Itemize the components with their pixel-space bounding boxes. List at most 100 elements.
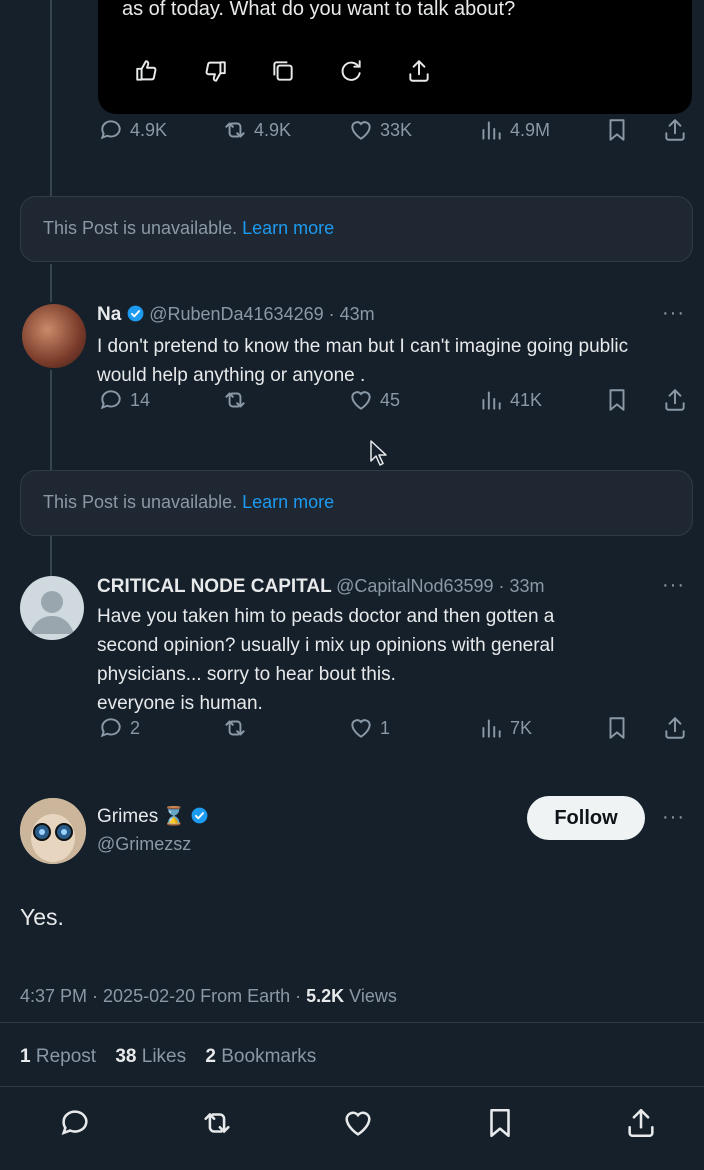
repost-icon	[225, 122, 245, 138]
like-button[interactable]: 45	[348, 387, 400, 413]
heart-icon	[351, 391, 371, 410]
bookmarks-stat-count: 2	[205, 1046, 216, 1067]
repost-stat-label: Repost	[30, 1046, 97, 1067]
share-icon	[665, 119, 685, 141]
bookmark-button[interactable]	[483, 1106, 517, 1145]
bookmark-button[interactable]	[604, 117, 630, 143]
learn-more-link[interactable]: Learn more	[242, 218, 334, 238]
bookmark-icon	[609, 717, 625, 739]
views-button[interactable]: 41K	[478, 387, 542, 413]
views-icon	[482, 121, 501, 140]
share-icon	[665, 717, 685, 739]
bookmark-icon	[609, 119, 625, 141]
reply-button[interactable]: 2	[98, 715, 140, 741]
tweet-text-line: second opinion? usually i mix up opinion…	[97, 635, 555, 656]
like-count: 33K	[380, 119, 413, 140]
thread-line	[50, 264, 52, 302]
repost-stat-count: 1	[20, 1046, 31, 1067]
reply-button[interactable]: 14	[98, 387, 150, 413]
hourglass-badge-icon: ⌛	[162, 806, 186, 826]
heart-icon	[351, 121, 371, 140]
reply-button[interactable]: 4.9K	[98, 117, 167, 143]
more-options-icon[interactable]: ···	[662, 574, 685, 597]
bookmarks-stat[interactable]: 2 Bookmarks	[205, 1046, 316, 1067]
views-button[interactable]: 4.9M	[478, 117, 550, 143]
share-button[interactable]	[662, 715, 688, 741]
reply-count: 2	[130, 717, 141, 738]
like-count: 45	[380, 389, 401, 410]
bookmark-button[interactable]	[604, 387, 630, 413]
divider	[0, 1086, 704, 1087]
copy-icon[interactable]	[268, 56, 298, 86]
author-handle[interactable]: @RubenDa41634269 · 43m	[149, 304, 374, 324]
thumbs-up-icon[interactable]	[132, 56, 162, 86]
mouse-cursor-icon	[370, 440, 387, 466]
default-avatar[interactable]	[20, 576, 84, 640]
share-button[interactable]	[624, 1106, 658, 1145]
tweet-text: I don't pretend to know the man but I ca…	[97, 336, 629, 386]
author-name[interactable]: CRITICAL NODE CAPITAL	[97, 576, 332, 597]
heart-icon	[345, 1111, 371, 1136]
share-icon[interactable]	[404, 56, 434, 86]
repost-count: 4.9K	[254, 119, 292, 140]
post-view-count: 5.2K	[306, 986, 345, 1006]
reply-icon	[100, 718, 121, 738]
repost-stat[interactable]: 1 Repost	[20, 1046, 96, 1067]
unavailable-text: This Post is unavailable.	[43, 218, 238, 238]
bookmark-button[interactable]	[604, 715, 630, 741]
ai-response-card: as of today. What do you want to talk ab…	[98, 0, 692, 114]
tweet-text-line: physicians... sorry to hear bout this.	[97, 664, 396, 685]
repost-button[interactable]	[222, 715, 254, 741]
repost-icon	[225, 720, 245, 736]
repost-icon	[203, 1113, 230, 1133]
reply-button[interactable]	[58, 1106, 92, 1145]
avatar[interactable]	[20, 798, 86, 864]
more-options-icon[interactable]: ···	[662, 806, 685, 829]
author-name[interactable]: Grimes	[97, 806, 158, 827]
repost-button[interactable]	[200, 1106, 234, 1145]
post-text: Yes.	[20, 904, 64, 930]
likes-stat-label: Likes	[136, 1046, 187, 1067]
views-icon	[482, 391, 501, 410]
reply-count: 4.9K	[130, 119, 168, 140]
views-icon	[482, 719, 501, 738]
unavailable-post-notice: This Post is unavailable. Learn more	[20, 470, 693, 536]
likes-stat[interactable]: 38 Likes	[115, 1046, 186, 1067]
share-icon	[628, 1108, 654, 1138]
bookmark-icon	[609, 389, 625, 411]
more-options-icon[interactable]: ···	[662, 302, 685, 325]
tweet-text-line: Have you taken him to peads doctor and t…	[97, 606, 555, 627]
heart-icon	[351, 719, 371, 738]
author-name[interactable]: Na	[97, 304, 121, 325]
bookmarks-stat-label: Bookmarks	[215, 1046, 317, 1067]
views-button[interactable]: 7K	[478, 715, 532, 741]
regenerate-icon[interactable]	[336, 56, 366, 86]
avatar[interactable]	[22, 304, 86, 368]
divider	[0, 1022, 704, 1023]
repost-button[interactable]: 4.9K	[222, 117, 291, 143]
repost-button[interactable]	[222, 387, 254, 413]
likes-stat-count: 38	[115, 1046, 137, 1067]
like-button[interactable]	[341, 1106, 375, 1145]
thread-line	[50, 536, 52, 576]
author-handle[interactable]: @CapitalNod63599 · 33m	[336, 576, 544, 596]
share-button[interactable]	[662, 387, 688, 413]
follow-button[interactable]: Follow	[527, 796, 645, 840]
learn-more-link[interactable]: Learn more	[242, 492, 334, 512]
post-meta: 4:37 PM · 2025-02-20 From Earth · 5.2K V…	[20, 986, 397, 1007]
tweet-text-line: everyone is human.	[97, 693, 263, 714]
thumbs-down-icon[interactable]	[200, 56, 230, 86]
views-count: 41K	[510, 389, 543, 410]
post-view-label: Views	[344, 986, 397, 1006]
reply-icon	[100, 120, 121, 140]
like-button[interactable]: 1	[348, 715, 390, 741]
author-handle[interactable]: @Grimezsz	[97, 834, 191, 855]
engagement-stats: 1 Repost 38 Likes 2 Bookmarks	[20, 1046, 316, 1068]
post-action-bar	[58, 1106, 658, 1145]
like-button[interactable]: 33K	[348, 117, 412, 143]
views-count: 4.9M	[510, 119, 551, 140]
post-timestamp[interactable]: 4:37 PM · 2025-02-20 From Earth ·	[20, 986, 306, 1006]
verified-badge-icon	[127, 305, 144, 322]
share-button[interactable]	[662, 117, 688, 143]
ai-response-text: as of today. What do you want to talk ab…	[122, 0, 516, 20]
